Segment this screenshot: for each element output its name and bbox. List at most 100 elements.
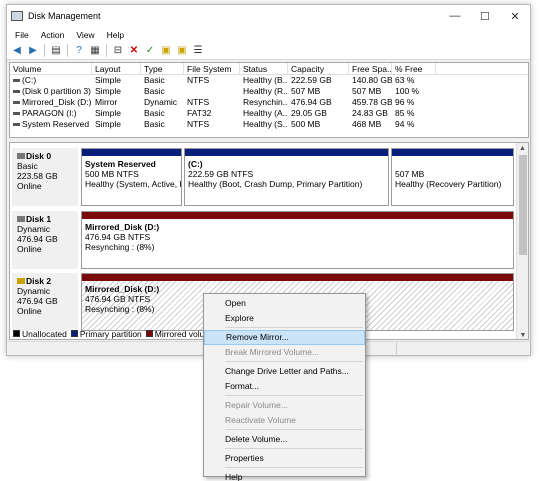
open-icon[interactable]: ▣ [159,44,173,58]
disk-1-info[interactable]: Disk 1 Dynamic 476.94 GB Online [12,211,78,269]
volume-list: Volume Layout Type File System Status Ca… [9,62,529,138]
menu-item-properties[interactable]: Properties [204,451,365,466]
cell: 85 % [395,108,415,118]
cell: Simple [95,75,121,85]
menu-view[interactable]: View [70,30,100,40]
cell: Basic [144,119,165,129]
partition-system-reserved[interactable]: System Reserved 500 MB NTFS Healthy (Sys… [81,148,182,206]
disk-size: 476.94 GB [17,234,58,244]
disk-0-info[interactable]: Disk 0 Basic 223.58 GB Online [12,148,78,206]
cell: Simple [95,86,121,96]
window-title: Disk Management [28,11,101,21]
menu-item-open[interactable]: Open [204,296,365,311]
disk-warning-icon [17,278,25,284]
cell: Resynchin... [243,97,288,107]
menu-file[interactable]: File [9,30,35,40]
cell: Basic [144,86,165,96]
column-header-type[interactable]: Type [141,63,184,74]
maximize-button[interactable]: ☐ [470,5,500,27]
table-row[interactable]: System Reserved Simple Basic NTFS Health… [10,119,528,130]
partition-name: Mirrored_Disk (D:) [85,222,160,232]
disk-size: 476.94 GB [17,296,58,306]
cell: 500 MB [291,119,321,129]
minimize-button[interactable]: — [440,5,470,27]
column-header-layout[interactable]: Layout [92,63,141,74]
table-row[interactable]: PARAGON (I:) Simple Basic FAT32 Healthy … [10,108,528,119]
disk-status: Online [17,181,42,191]
explore-icon[interactable]: ▣ [175,44,189,58]
menu-separator [225,327,363,328]
cell: 29.05 GB [291,108,327,118]
scroll-down-icon[interactable]: ▼ [517,330,528,339]
partition-recovery[interactable]: 507 MB Healthy (Recovery Partition) [391,148,514,206]
menu-separator [225,361,363,362]
partition-mirrored-disk-d[interactable]: Mirrored_Disk (D:) 476.94 GB NTFS Resync… [81,211,514,269]
table-row[interactable]: (C:) Simple Basic NTFS Healthy (B... 222… [10,75,528,86]
disk-size: 223.58 GB [17,171,58,181]
close-button[interactable]: ✕ [500,5,530,27]
cell: 140.80 GB [352,75,392,85]
volume-icon [13,123,20,127]
cell: Healthy (R... [243,86,288,96]
context-menu: Open Explore Remove Mirror... Break Mirr… [203,293,366,481]
partition-status: Healthy (Boot, Crash Dump, Primary Parti… [188,179,363,189]
cell: NTFS [187,75,210,85]
menu-item-explore[interactable]: Explore [204,311,365,326]
toolbar: ◀ ▶ ▤ ? ▦ ⊟ ✕ ✓ ▣ ▣ ☰ [7,42,530,60]
menu-item-help[interactable]: Help [204,470,365,481]
scrollbar-thumb[interactable] [519,155,527,255]
disk-type: Dynamic [17,286,51,296]
scroll-up-icon[interactable]: ▲ [517,143,528,154]
menu-bar: File Action View Help [7,27,530,42]
check-icon[interactable]: ✓ [143,44,157,58]
table-row[interactable]: (Disk 0 partition 3) Simple Basic Health… [10,86,528,97]
cell: 507 MB [352,86,382,96]
disk-icon [17,216,25,222]
delete-icon[interactable]: ✕ [127,44,141,58]
menu-separator [225,467,363,468]
volume-name: (Disk 0 partition 3) [22,86,91,96]
column-header-percent-free[interactable]: % Free [392,63,436,74]
partition-status: Healthy (Recovery Partition) [395,179,502,189]
column-header-file-system[interactable]: File System [184,63,240,74]
connect-drive-icon[interactable]: ⊟ [111,44,125,58]
table-row[interactable]: Mirrored_Disk (D:) Mirror Dynamic NTFS R… [10,97,528,108]
cell: 100 % [395,86,420,96]
disk-name: Disk 1 [26,214,52,224]
menu-item-remove-mirror[interactable]: Remove Mirror... [204,330,365,345]
menu-action[interactable]: Action [35,30,71,40]
column-header-free-space[interactable]: Free Spa... [349,63,392,74]
show-hide-console-tree-icon[interactable]: ▤ [49,44,63,58]
partition-name: (C:) [188,159,203,169]
cell: 63 % [395,75,415,85]
back-arrow-icon[interactable]: ◀ [10,44,24,58]
cell: Mirror [95,97,118,107]
help-icon[interactable]: ? [72,44,86,58]
partition-size: 507 MB [395,169,425,179]
menu-item-format[interactable]: Format... [204,379,365,394]
column-header-volume[interactable]: Volume [10,63,92,74]
properties-icon[interactable]: ▦ [88,44,102,58]
cell: Simple [95,108,121,118]
menu-separator [225,395,363,396]
partition-c[interactable]: (C:) 222.59 GB NTFS Healthy (Boot, Crash… [184,148,389,206]
cell: 94 % [395,119,415,129]
menu-separator [225,429,363,430]
forward-arrow-icon[interactable]: ▶ [26,44,40,58]
menu-help[interactable]: Help [101,30,130,40]
cell: Healthy (S... [243,119,288,129]
disk-type: Dynamic [17,224,51,234]
list-view-icon[interactable]: ☰ [191,44,205,58]
column-header-capacity[interactable]: Capacity [288,63,349,74]
vertical-scrollbar[interactable]: ▲ ▼ [516,143,528,339]
column-header-status[interactable]: Status [240,63,288,74]
menu-item-change-drive-letter[interactable]: Change Drive Letter and Paths... [204,364,365,379]
menu-item-delete-volume[interactable]: Delete Volume... [204,432,365,447]
legend-item-unallocated: Unallocated [13,329,67,339]
volume-name: Mirrored_Disk (D:) [22,97,92,107]
disk-type: Basic [17,161,38,171]
cell: Healthy (B... [243,75,288,85]
volume-list-header: Volume Layout Type File System Status Ca… [10,63,528,75]
cell: Healthy (A... [243,108,288,118]
disk-2-info[interactable]: Disk 2 Dynamic 476.94 GB Online [12,273,78,331]
